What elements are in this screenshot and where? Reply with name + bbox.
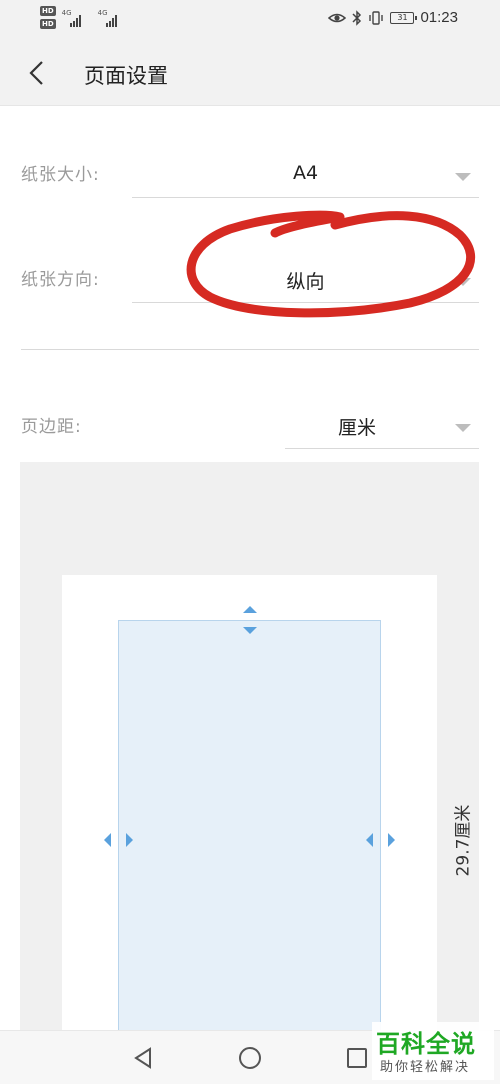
watermark-title: 百科全说 xyxy=(376,1030,476,1058)
nav-recents-button[interactable] xyxy=(344,1045,370,1071)
left-margin-left-icon[interactable] xyxy=(104,833,111,847)
margin-label: 页边距: xyxy=(21,417,82,437)
title-bar: 页面设置 xyxy=(0,40,500,106)
nav-back-button[interactable] xyxy=(130,1045,156,1071)
chevron-down-icon xyxy=(455,278,471,286)
chevron-left-icon xyxy=(29,61,43,85)
top-margin-up-icon[interactable] xyxy=(243,606,257,613)
orientation-select[interactable]: 纵向 xyxy=(132,259,479,303)
back-button[interactable] xyxy=(22,56,54,90)
chevron-down-icon xyxy=(455,173,471,181)
top-margin-down-icon[interactable] xyxy=(243,627,257,634)
margin-unit-value: 厘米 xyxy=(337,417,376,439)
square-recents-icon xyxy=(347,1048,367,1068)
circle-home-icon xyxy=(239,1047,261,1069)
eye-icon xyxy=(328,13,347,22)
chevron-down-icon xyxy=(455,424,471,432)
hd-badge: HD xyxy=(40,19,56,29)
watermark-subtitle: 助你轻松解决 xyxy=(380,1060,471,1075)
clock: 01:23 xyxy=(420,9,458,26)
paper-size-select[interactable]: A4 xyxy=(132,154,479,198)
page-title: 页面设置 xyxy=(84,64,168,88)
triangle-back-icon xyxy=(134,1047,151,1069)
vibrate-icon xyxy=(369,10,384,25)
orientation-label: 纸张方向: xyxy=(21,270,100,290)
paper-sheet xyxy=(62,575,437,1042)
hd-badge: HD xyxy=(40,6,56,16)
page-preview xyxy=(20,462,479,1042)
content-area xyxy=(118,620,381,1042)
paper-size-label: 纸张大小: xyxy=(21,165,100,185)
right-margin-right-icon[interactable] xyxy=(388,833,395,847)
watermark: 百科全说 助你轻松解决 xyxy=(372,1022,494,1080)
paper-size-value: A4 xyxy=(292,162,319,184)
signal-icon: 4G xyxy=(98,9,128,27)
signal-icon: 4G xyxy=(62,9,92,27)
nav-home-button[interactable] xyxy=(237,1045,263,1071)
left-margin-right-icon[interactable] xyxy=(126,833,133,847)
orientation-value: 纵向 xyxy=(286,271,325,293)
status-right: 31 01:23 xyxy=(328,9,458,26)
margin-unit-select[interactable]: 厘米 xyxy=(285,405,479,449)
battery-icon: 31 xyxy=(390,11,418,24)
right-margin-left-icon[interactable] xyxy=(366,833,373,847)
section-divider xyxy=(21,349,479,350)
status-left: HD HD 4G 4G xyxy=(40,6,128,29)
status-bar: HD HD 4G 4G 31 01:23 xyxy=(0,0,500,40)
paper-height-text: 29.7厘米 xyxy=(453,804,474,877)
bluetooth-icon xyxy=(352,9,362,26)
